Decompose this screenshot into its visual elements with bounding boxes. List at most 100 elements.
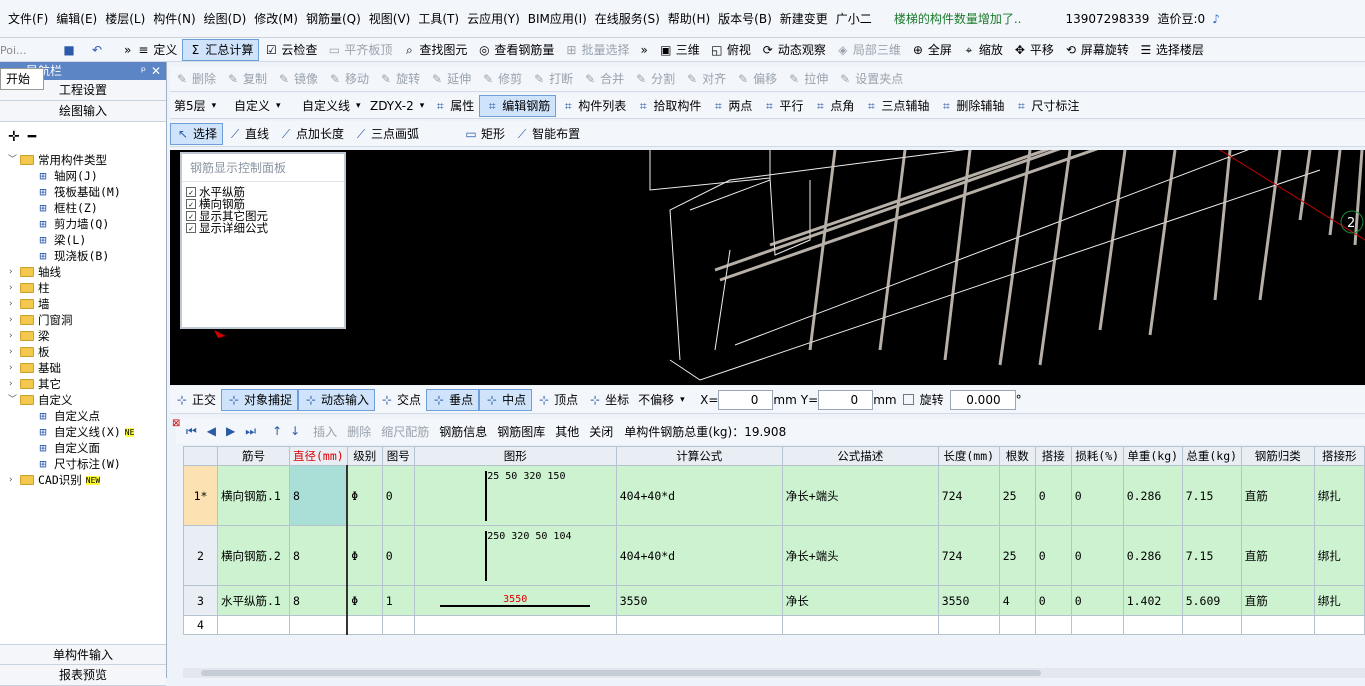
table-cell[interactable]: [998, 615, 1036, 635]
edit-tool-button[interactable]: ✎ 移动: [323, 68, 374, 90]
table-cell[interactable]: 8: [289, 525, 349, 586]
snap-toggle[interactable]: ⊹ 顶点: [532, 389, 583, 411]
tree-node[interactable]: ﹀ 常用构件类型: [0, 152, 166, 168]
menu-item[interactable]: 文件(F): [4, 0, 52, 37]
table-cell[interactable]: [381, 615, 415, 635]
tree-node[interactable]: › 墙: [0, 296, 166, 312]
edit-tool-button[interactable]: ✎ 偏移: [731, 68, 782, 90]
table-cell[interactable]: 净长: [781, 585, 939, 616]
draw-tool-button[interactable]: ⟋ 直线: [223, 123, 274, 145]
menu-item[interactable]: 楼层(L): [101, 0, 149, 37]
table-cell[interactable]: 横向钢筋.1: [217, 465, 290, 526]
display-checkbox[interactable]: ✓ 显示详细公式: [182, 221, 344, 235]
bell-icon[interactable]: ♪: [1209, 12, 1223, 26]
table-cell[interactable]: 水平纵筋.1: [217, 585, 290, 616]
line-select[interactable]: 自定义线: [298, 96, 366, 116]
tree-node[interactable]: ⊞ 轴网(J): [0, 168, 166, 184]
table-row[interactable]: 1* 横向钢筋.1 8 Φ 0 25 50 320 150 404+40*d 净长+端头 724…: [183, 465, 1365, 526]
collapsed-arrow-icon[interactable]: ›: [8, 376, 20, 392]
offset-select[interactable]: 不偏移: [634, 390, 694, 410]
report-preview-button[interactable]: 报表预览: [0, 665, 166, 686]
tree-node[interactable]: › 其它: [0, 376, 166, 392]
table-cell[interactable]: 4: [183, 615, 218, 635]
table-cell[interactable]: 0: [1034, 585, 1072, 616]
checkbox-icon[interactable]: ✓: [186, 199, 196, 209]
tree-node[interactable]: ⊞ 自定义线(X) NE: [0, 424, 166, 440]
grid-tool-button[interactable]: 删除: [342, 420, 376, 442]
table-cell[interactable]: 5.609: [1181, 585, 1242, 616]
checkbox-icon[interactable]: ✓: [186, 187, 196, 197]
toolbar-button[interactable]: ⊞ 批量选择: [559, 39, 634, 61]
prop-tool-button[interactable]: ⌗ 构件列表: [556, 95, 631, 117]
collapsed-arrow-icon[interactable]: ›: [8, 264, 20, 280]
snap-toggle[interactable]: ⊹ 对象捕捉: [221, 388, 299, 411]
type-select[interactable]: 自定义: [230, 96, 298, 116]
table-cell[interactable]: 250 320 50 104: [413, 525, 617, 586]
menu-item[interactable]: 在线服务(S): [591, 0, 664, 37]
table-cell[interactable]: 绑扎: [1313, 465, 1365, 526]
table-cell[interactable]: [1122, 615, 1183, 635]
collapsed-arrow-icon[interactable]: ›: [8, 344, 20, 360]
column-header[interactable]: 图号: [381, 446, 415, 466]
prop-tool-button[interactable]: ⌗ 删除辅轴: [934, 95, 1009, 117]
collapse-all-icon[interactable]: ━: [28, 129, 36, 145]
snap-toggle[interactable]: ⊹ 正交: [170, 389, 221, 411]
toolbar-button[interactable]: ⊕ 全屏: [906, 39, 957, 61]
notice-text[interactable]: 楼梯的构件数量增加了..: [890, 0, 1026, 37]
tree-node[interactable]: › 梁: [0, 328, 166, 344]
overflow-icon[interactable]: »: [124, 43, 131, 57]
tree-node[interactable]: ﹀ 自定义: [0, 392, 166, 408]
collapsed-arrow-icon[interactable]: ›: [8, 328, 20, 344]
table-cell[interactable]: 25: [998, 465, 1036, 526]
table-cell[interactable]: 724: [937, 525, 1000, 586]
table-cell[interactable]: [781, 615, 939, 635]
toolbar-button[interactable]: ☰ 选择楼层: [1134, 39, 1209, 61]
column-header[interactable]: 损耗(%): [1070, 446, 1124, 466]
toolbar-button[interactable]: ⟲ 屏幕旋转: [1059, 39, 1134, 61]
prop-tool-button[interactable]: ⌗ 尺寸标注: [1009, 95, 1084, 117]
menu-item[interactable]: 构件(N): [149, 0, 199, 37]
snap-toggle[interactable]: ⊹ 中点: [479, 388, 533, 411]
column-header[interactable]: 直径(mm): [289, 446, 348, 466]
edit-tool-button[interactable]: ✎ 镜像: [272, 68, 323, 90]
menu-item[interactable]: BIM应用(I): [524, 0, 591, 37]
tree-node[interactable]: ⊞ 筏板基础(M): [0, 184, 166, 200]
collapsed-arrow-icon[interactable]: ›: [8, 296, 20, 312]
tree-node[interactable]: › 柱: [0, 280, 166, 296]
column-header[interactable]: 搭接: [1034, 446, 1072, 466]
table-row[interactable]: 4: [183, 615, 1365, 635]
menu-item[interactable]: 视图(V): [365, 0, 415, 37]
snap-toggle[interactable]: ⊹ 垂点: [426, 388, 480, 411]
table-cell[interactable]: 0.286: [1122, 465, 1183, 526]
table-cell[interactable]: 0: [381, 525, 415, 586]
close-icon[interactable]: ✕: [151, 62, 161, 80]
table-cell[interactable]: 0: [1070, 465, 1124, 526]
column-header[interactable]: 图形: [413, 446, 617, 466]
table-cell[interactable]: 3550: [413, 585, 617, 616]
table-cell[interactable]: 横向钢筋.2: [217, 525, 290, 586]
expand-all-icon[interactable]: ✛: [8, 129, 20, 145]
horizontal-scrollbar[interactable]: [183, 668, 1365, 678]
toolbar-button[interactable]: ⌖ 缩放: [957, 39, 1008, 61]
table-cell[interactable]: 0: [1034, 525, 1072, 586]
drawing-canvas[interactable]: 2: [170, 150, 1365, 385]
table-cell[interactable]: 绑扎: [1313, 525, 1365, 586]
toolbar-button[interactable]: Σ 汇总计算: [182, 38, 260, 61]
checkbox-icon[interactable]: ✓: [186, 223, 196, 233]
nav-buttons[interactable]: ⏮◀▶⏭: [186, 424, 266, 439]
tree-node[interactable]: › CAD识别 NEW: [0, 472, 166, 488]
prop-tool-button[interactable]: ⌗ 编辑钢筋: [479, 94, 557, 117]
table-cell[interactable]: [1181, 615, 1242, 635]
table-cell[interactable]: 404+40*d: [615, 525, 783, 586]
menu-item[interactable]: 新建变更: [776, 0, 832, 37]
start-popup[interactable]: 开始: [0, 68, 44, 90]
undo-icon[interactable]: ↶: [90, 43, 104, 57]
column-header[interactable]: [183, 446, 218, 466]
table-cell[interactable]: 3: [183, 585, 218, 616]
toolbar-button[interactable]: ▣ 三维: [654, 39, 705, 61]
grid-tool-button[interactable]: 关闭: [584, 420, 618, 442]
tree-node[interactable]: ⊞ 剪力墙(Q): [0, 216, 166, 232]
tree-node[interactable]: ⊞ 自定义点: [0, 408, 166, 424]
x-input[interactable]: 0: [718, 389, 774, 410]
menu-item[interactable]: 修改(M): [250, 0, 302, 37]
